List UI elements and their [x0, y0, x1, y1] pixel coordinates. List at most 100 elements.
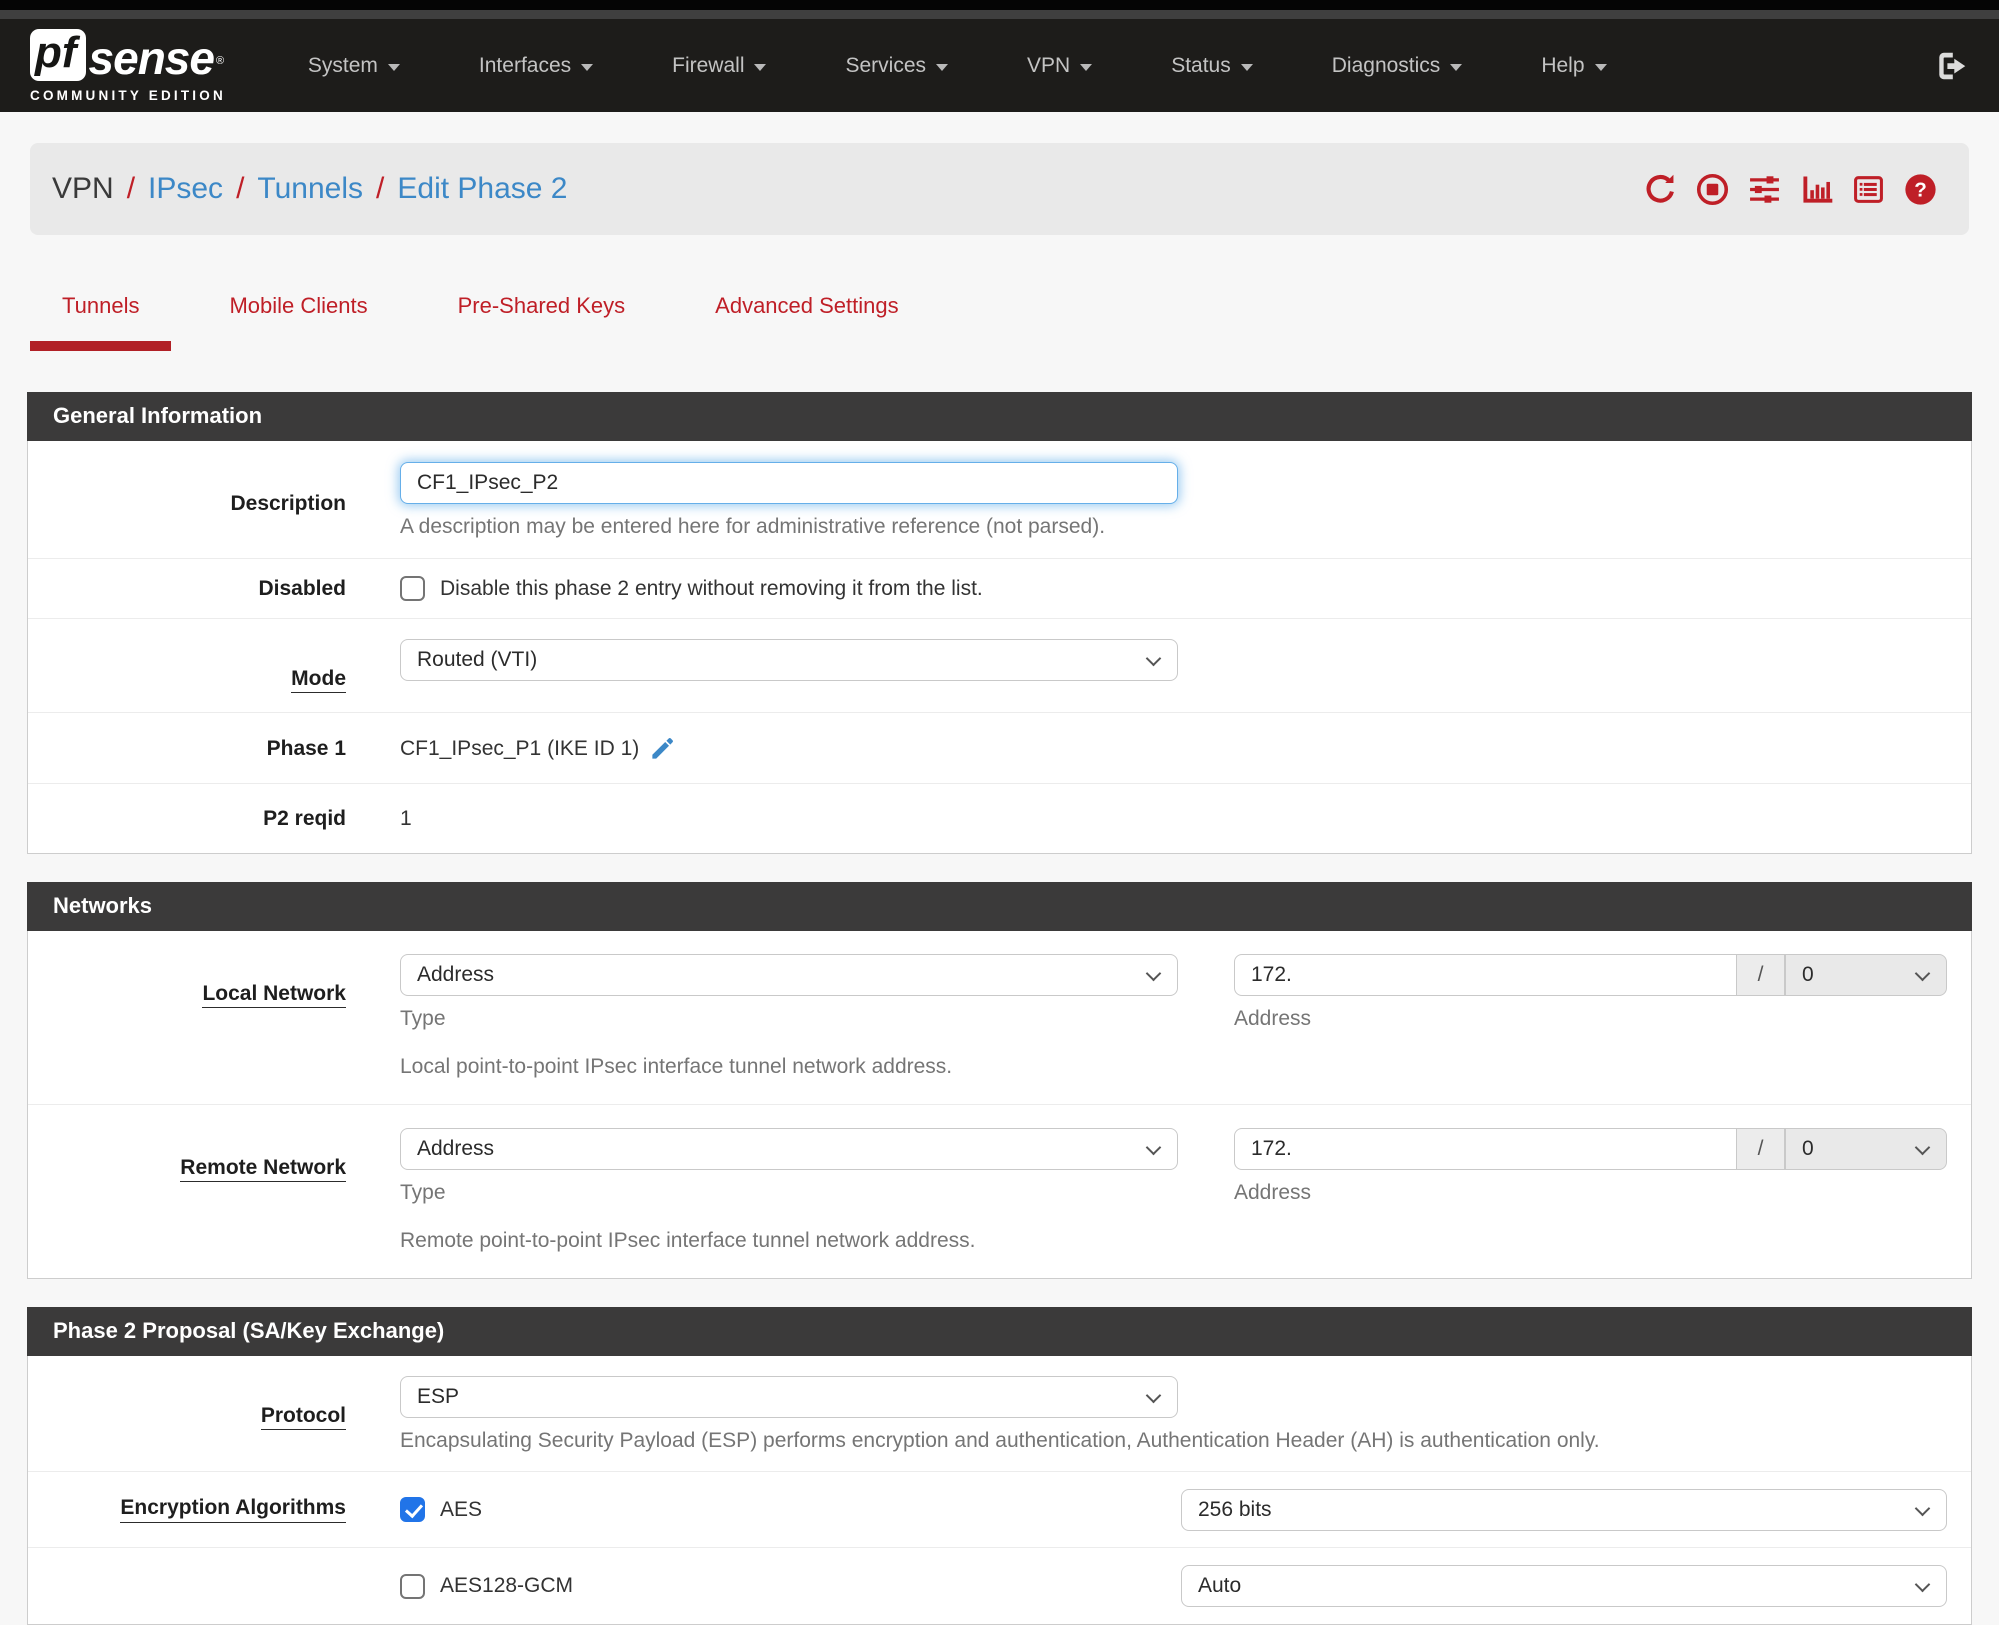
remote-network-type-select[interactable]: Address — [400, 1128, 1178, 1170]
panel-title: Networks — [27, 882, 1972, 931]
caret-down-icon — [581, 63, 594, 71]
local-network-address-input[interactable] — [1234, 954, 1737, 996]
disabled-label: Disabled — [258, 576, 346, 600]
chevron-down-icon — [1145, 1139, 1162, 1156]
menu-help[interactable]: Help — [1541, 54, 1607, 78]
tab-advanced-settings[interactable]: Advanced Settings — [683, 277, 930, 351]
protocol-label: Protocol — [28, 1376, 346, 1453]
aes-checkbox-label: AES — [440, 1497, 483, 1521]
description-help: A description may be entered here for ad… — [400, 515, 1106, 538]
phase1-label: Phase 1 — [266, 736, 346, 760]
caret-down-icon — [936, 63, 949, 71]
encryption-aes-row: Encryption Algorithms AES 256 bits — [28, 1472, 1971, 1548]
local-network-help: Local point-to-point IPsec interface tun… — [400, 1055, 953, 1078]
panel-title: Phase 2 Proposal (SA/Key Exchange) — [27, 1307, 1972, 1356]
breadcrumb-link-tunnels[interactable]: Tunnels — [257, 172, 363, 206]
chevron-down-icon — [1914, 1576, 1931, 1593]
caret-down-icon — [1240, 63, 1253, 71]
remote-network-type-help: Type — [400, 1181, 446, 1204]
stop-service-icon[interactable] — [1696, 173, 1729, 206]
encryption-algorithms-label-spacer — [28, 1548, 346, 1624]
pfsense-logo[interactable]: pf sense ® COMMUNITY EDITION — [30, 28, 226, 103]
pfsense-logo-pf: pf — [30, 28, 86, 81]
protocol-select[interactable]: ESP — [400, 1376, 1178, 1418]
pfsense-logo-sense: sense — [88, 31, 215, 84]
caret-down-icon — [754, 63, 767, 71]
window-title-strip — [0, 10, 1999, 19]
pfsense-logo-edition: COMMUNITY EDITION — [30, 87, 226, 103]
remote-network-label: Remote Network — [28, 1128, 346, 1253]
sign-out-icon[interactable] — [1933, 48, 1969, 84]
panel-title: General Information — [27, 392, 1972, 441]
svg-text:?: ? — [1914, 178, 1927, 201]
remote-network-address-input[interactable] — [1234, 1128, 1737, 1170]
menu-vpn[interactable]: VPN — [1027, 54, 1093, 78]
description-row: Description A description may be entered… — [28, 441, 1971, 559]
mode-label: Mode — [28, 639, 346, 693]
aes128gcm-checkbox-label: AES128-GCM — [440, 1574, 574, 1597]
edit-phase1-pencil-icon[interactable] — [649, 735, 676, 762]
menu-system[interactable]: System — [308, 54, 400, 78]
local-network-address-help: Address — [1234, 1007, 1312, 1030]
aes-keylen-select[interactable]: 256 bits — [1181, 1488, 1947, 1531]
tab-pre-shared-keys[interactable]: Pre-Shared Keys — [426, 277, 658, 351]
breadcrumb-separator: / — [376, 172, 385, 205]
local-network-type-help: Type — [400, 1007, 446, 1030]
chevron-down-icon — [1145, 965, 1162, 982]
protocol-row: Protocol ESP Encapsulating Security Payl… — [28, 1356, 1971, 1472]
caret-down-icon — [1080, 63, 1093, 71]
window-top-strip — [0, 0, 1999, 10]
menu-interfaces[interactable]: Interfaces — [479, 54, 594, 78]
panel-networks: Networks Local Network Address Type / — [27, 882, 1972, 1279]
status-graph-icon[interactable] — [1800, 173, 1833, 206]
aes128gcm-keylen-select[interactable]: Auto — [1181, 1565, 1947, 1607]
protocol-help: Encapsulating Security Payload (ESP) per… — [400, 1429, 1600, 1452]
remote-network-address-help: Address — [1234, 1181, 1312, 1204]
p2-reqid-value: 1 — [400, 807, 412, 830]
phase1-value: CF1_IPsec_P1 (IKE ID 1) — [400, 736, 640, 760]
description-input[interactable] — [400, 462, 1178, 504]
breadcrumb-separator: / — [126, 172, 136, 205]
sliders-icon[interactable] — [1748, 173, 1781, 206]
local-network-prefix-select[interactable]: 0 — [1785, 954, 1947, 996]
remote-network-slash-addon: / — [1737, 1128, 1785, 1170]
local-network-type-select[interactable]: Address — [400, 954, 1178, 996]
aes128gcm-checkbox[interactable] — [400, 1573, 425, 1599]
disabled-row: Disabled Disable this phase 2 entry with… — [28, 559, 1971, 619]
page-action-icons: ? — [1644, 173, 1937, 206]
mode-select[interactable]: Routed (VTI) — [400, 639, 1178, 681]
remote-network-prefix-select[interactable]: 0 — [1785, 1128, 1947, 1170]
description-label: Description — [230, 492, 346, 515]
phase1-row: Phase 1 CF1_IPsec_P1 (IKE ID 1) — [28, 713, 1971, 784]
panel-general-information: General Information Description A descri… — [27, 392, 1972, 854]
help-icon[interactable]: ? — [1904, 173, 1937, 206]
caret-down-icon — [1594, 63, 1607, 71]
menu-firewall[interactable]: Firewall — [672, 54, 767, 78]
breadcrumb-vpn: VPN — [52, 172, 114, 205]
tab-mobile-clients[interactable]: Mobile Clients — [197, 277, 399, 351]
panel-phase2-proposal: Phase 2 Proposal (SA/Key Exchange) Proto… — [27, 1307, 1972, 1625]
tab-tunnels[interactable]: Tunnels — [30, 277, 172, 351]
caret-down-icon — [1450, 63, 1463, 71]
local-network-slash-addon: / — [1737, 954, 1785, 996]
breadcrumb-link-ipsec[interactable]: IPsec — [148, 172, 223, 206]
chevron-down-icon — [1914, 1139, 1931, 1156]
menu-services[interactable]: Services — [845, 54, 949, 78]
menu-diagnostics[interactable]: Diagnostics — [1332, 54, 1463, 78]
breadcrumb-bar: VPN / IPsec / Tunnels / Edit Phase 2 ? — [30, 143, 1969, 235]
p2-reqid-row: P2 reqid 1 — [28, 784, 1971, 853]
chevron-down-icon — [1145, 650, 1162, 667]
main-menu: System Interfaces Firewall Services VPN … — [308, 54, 1933, 78]
breadcrumb-link-edit-phase-2[interactable]: Edit Phase 2 — [397, 172, 567, 206]
aes-checkbox[interactable] — [400, 1497, 425, 1522]
menu-status[interactable]: Status — [1171, 54, 1253, 78]
chevron-down-icon — [1914, 965, 1931, 982]
disabled-checkbox[interactable] — [400, 576, 425, 601]
refresh-icon[interactable] — [1644, 173, 1677, 206]
remote-network-row: Remote Network Address Type / 0 — [28, 1105, 1971, 1278]
pfsense-logo-reg: ® — [215, 54, 225, 67]
encryption-aes128gcm-row: AES128-GCM Auto — [28, 1548, 1971, 1624]
log-list-icon[interactable] — [1852, 173, 1885, 206]
local-network-label: Local Network — [28, 954, 346, 1079]
remote-network-help: Remote point-to-point IPsec interface tu… — [400, 1229, 976, 1252]
